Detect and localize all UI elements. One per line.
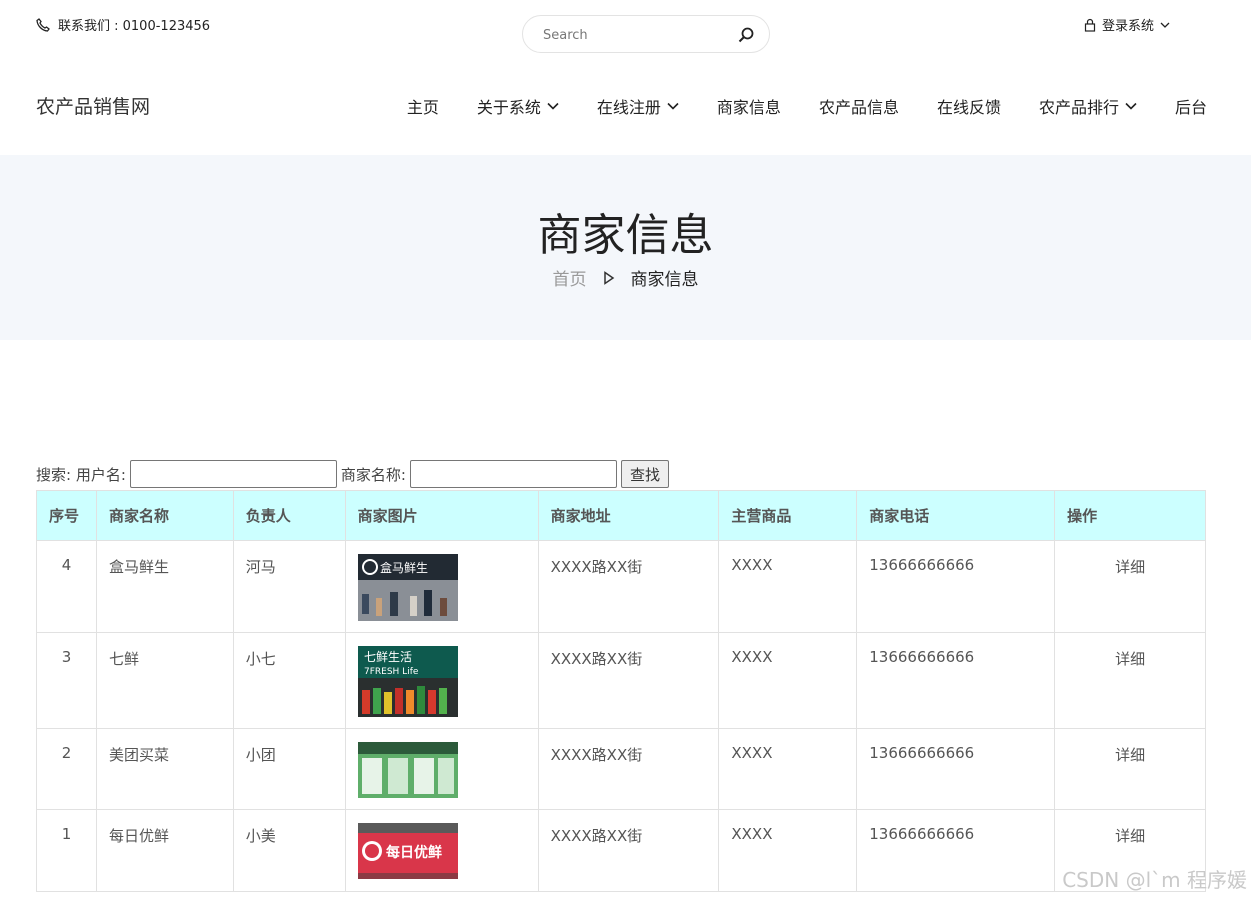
nav-item-label[interactable]: 后台	[1175, 94, 1207, 118]
username-input[interactable]	[129, 460, 337, 488]
table-row: 2 美团买菜 小团 XXXX路XX街 XXXX 13666666666 详细	[36, 728, 1206, 810]
cell-id: 3	[36, 632, 97, 729]
cell-owner: 小七	[232, 632, 346, 729]
triangle-right-icon	[603, 270, 614, 285]
7fresh-sign-text: 七鲜生活	[364, 650, 412, 664]
header-owner: 负责人	[232, 490, 346, 541]
breadcrumb: 首页 商家信息	[0, 265, 1251, 290]
chevron-down-icon	[1160, 22, 1170, 28]
cell-image	[344, 728, 539, 810]
cell-goods: XXXX	[718, 809, 858, 892]
chevron-down-icon	[667, 102, 679, 110]
contact-info: 联系我们 : 0100-123456	[36, 15, 210, 34]
cell-owner: 小美	[232, 809, 346, 892]
search-button[interactable]: 查找	[620, 460, 669, 488]
cell-image: 盒马鲜生	[344, 540, 539, 633]
7fresh-sub-text: 7FRESH Life	[364, 667, 419, 677]
merchant-search-form: 搜索: 用户名: 商家名称: 查找	[36, 460, 669, 488]
nav-item-1[interactable]: 关于系统	[477, 94, 559, 118]
login-label[interactable]: 登录系统	[1102, 15, 1154, 34]
search-icon[interactable]	[737, 26, 755, 44]
nav-item-5[interactable]: 在线反馈	[937, 94, 1001, 118]
nav-item-6[interactable]: 农产品排行	[1039, 94, 1137, 118]
nav-item-3[interactable]: 商家信息	[717, 94, 781, 118]
cell-goods: XXXX	[718, 728, 858, 810]
nav-item-label[interactable]: 农产品信息	[819, 94, 899, 118]
nav-item-4[interactable]: 农产品信息	[819, 94, 899, 118]
cell-name: 七鲜	[95, 632, 234, 729]
main-nav: 主页 关于系统 在线注册 商家信息 农产品信息 在线反馈 农产品排行 后台	[369, 94, 1207, 118]
merchant-table: 序号 商家名称 负责人 商家图片 商家地址 主营商品 商家电话 操作 4 盒马鲜…	[36, 490, 1206, 892]
page-banner: 商家信息 首页 商家信息	[0, 155, 1251, 340]
cell-address: XXXX路XX街	[537, 540, 720, 633]
cell-goods: XXXX	[718, 632, 858, 729]
cell-id: 1	[36, 809, 97, 892]
header-image: 商家图片	[344, 490, 539, 541]
storefront-missfresh-image: 每日优鲜	[357, 823, 458, 879]
cell-goods: XXXX	[718, 540, 858, 633]
header-address: 商家地址	[537, 490, 720, 541]
cell-phone: 13666666666	[856, 728, 1056, 810]
cell-owner: 小团	[232, 728, 346, 810]
table-header-row: 序号 商家名称 负责人 商家图片 商家地址 主营商品 商家电话 操作	[36, 490, 1206, 541]
cell-image: 七鲜生活 7FRESH Life	[344, 632, 539, 729]
cell-id: 2	[36, 728, 97, 810]
login-menu[interactable]: 登录系统	[1084, 15, 1170, 34]
table-row: 1 每日优鲜 小美 每日优鲜 XXXX路XX街 XXXX 13666666666…	[36, 809, 1206, 892]
detail-link[interactable]: 详细	[1054, 540, 1206, 633]
storefront-hema-image: 盒马鲜生	[357, 554, 458, 621]
storefront-7fresh-image: 七鲜生活 7FRESH Life	[357, 646, 458, 717]
username-label: 搜索: 用户名:	[36, 465, 126, 484]
nav-item-label[interactable]: 在线反馈	[937, 94, 1001, 118]
merchant-name-input[interactable]	[409, 460, 617, 488]
nav-item-label[interactable]: 关于系统	[477, 94, 541, 118]
breadcrumb-home[interactable]: 首页	[553, 265, 587, 290]
table-row: 3 七鲜 小七 七鲜生活 7FRESH Life XXXX路XX街 XXXX 1…	[36, 632, 1206, 729]
cell-address: XXXX路XX街	[537, 809, 720, 892]
cell-phone: 13666666666	[856, 809, 1056, 892]
cell-id: 4	[36, 540, 97, 633]
nav-item-7[interactable]: 后台	[1175, 94, 1207, 118]
cell-image: 每日优鲜	[344, 809, 539, 892]
table-row: 4 盒马鲜生 河马 盒马鲜生 XXXX路XX街 XXXX 13666666666…	[36, 540, 1206, 633]
header-id: 序号	[36, 490, 97, 541]
phone-icon	[36, 17, 50, 32]
chevron-down-icon	[1125, 102, 1137, 110]
cell-address: XXXX路XX街	[537, 632, 720, 729]
lock-icon	[1084, 18, 1096, 32]
nav-item-2[interactable]: 在线注册	[597, 94, 679, 118]
detail-link[interactable]: 详细	[1054, 632, 1206, 729]
hema-sign-text: 盒马鲜生	[380, 560, 428, 575]
cell-phone: 13666666666	[856, 540, 1056, 633]
header-goods: 主营商品	[718, 490, 858, 541]
cell-phone: 13666666666	[856, 632, 1056, 729]
search-input[interactable]	[541, 24, 725, 46]
nav-item-0[interactable]: 主页	[407, 94, 439, 118]
merchant-name-label: 商家名称:	[340, 465, 406, 484]
cell-name: 每日优鲜	[95, 809, 234, 892]
storefront-meituan-image	[357, 742, 458, 798]
site-brand[interactable]: 农产品销售网	[36, 92, 150, 119]
page-title: 商家信息	[537, 210, 714, 261]
cell-address: XXXX路XX街	[537, 728, 720, 810]
breadcrumb-current: 商家信息	[630, 270, 699, 290]
header-name: 商家名称	[95, 490, 234, 541]
contact-text: 联系我们 : 0100-123456	[58, 19, 211, 34]
detail-link[interactable]: 详细	[1054, 728, 1206, 810]
header-phone: 商家电话	[856, 490, 1056, 541]
nav-item-label[interactable]: 在线注册	[597, 94, 661, 118]
header-action: 操作	[1054, 490, 1206, 541]
cell-owner: 河马	[232, 540, 346, 633]
nav-item-label[interactable]: 农产品排行	[1039, 94, 1119, 118]
top-bar: 联系我们 : 0100-123456 登录系统	[0, 0, 1251, 60]
missfresh-sign-text: 每日优鲜	[386, 844, 442, 861]
cell-name: 盒马鲜生	[95, 540, 234, 633]
nav-item-label[interactable]: 商家信息	[717, 94, 781, 118]
cell-name: 美团买菜	[95, 728, 234, 810]
nav-item-label[interactable]: 主页	[407, 94, 439, 118]
search-box[interactable]	[522, 15, 770, 53]
chevron-down-icon	[547, 102, 559, 110]
watermark: CSDN @l`m 程序媛	[1062, 868, 1247, 892]
